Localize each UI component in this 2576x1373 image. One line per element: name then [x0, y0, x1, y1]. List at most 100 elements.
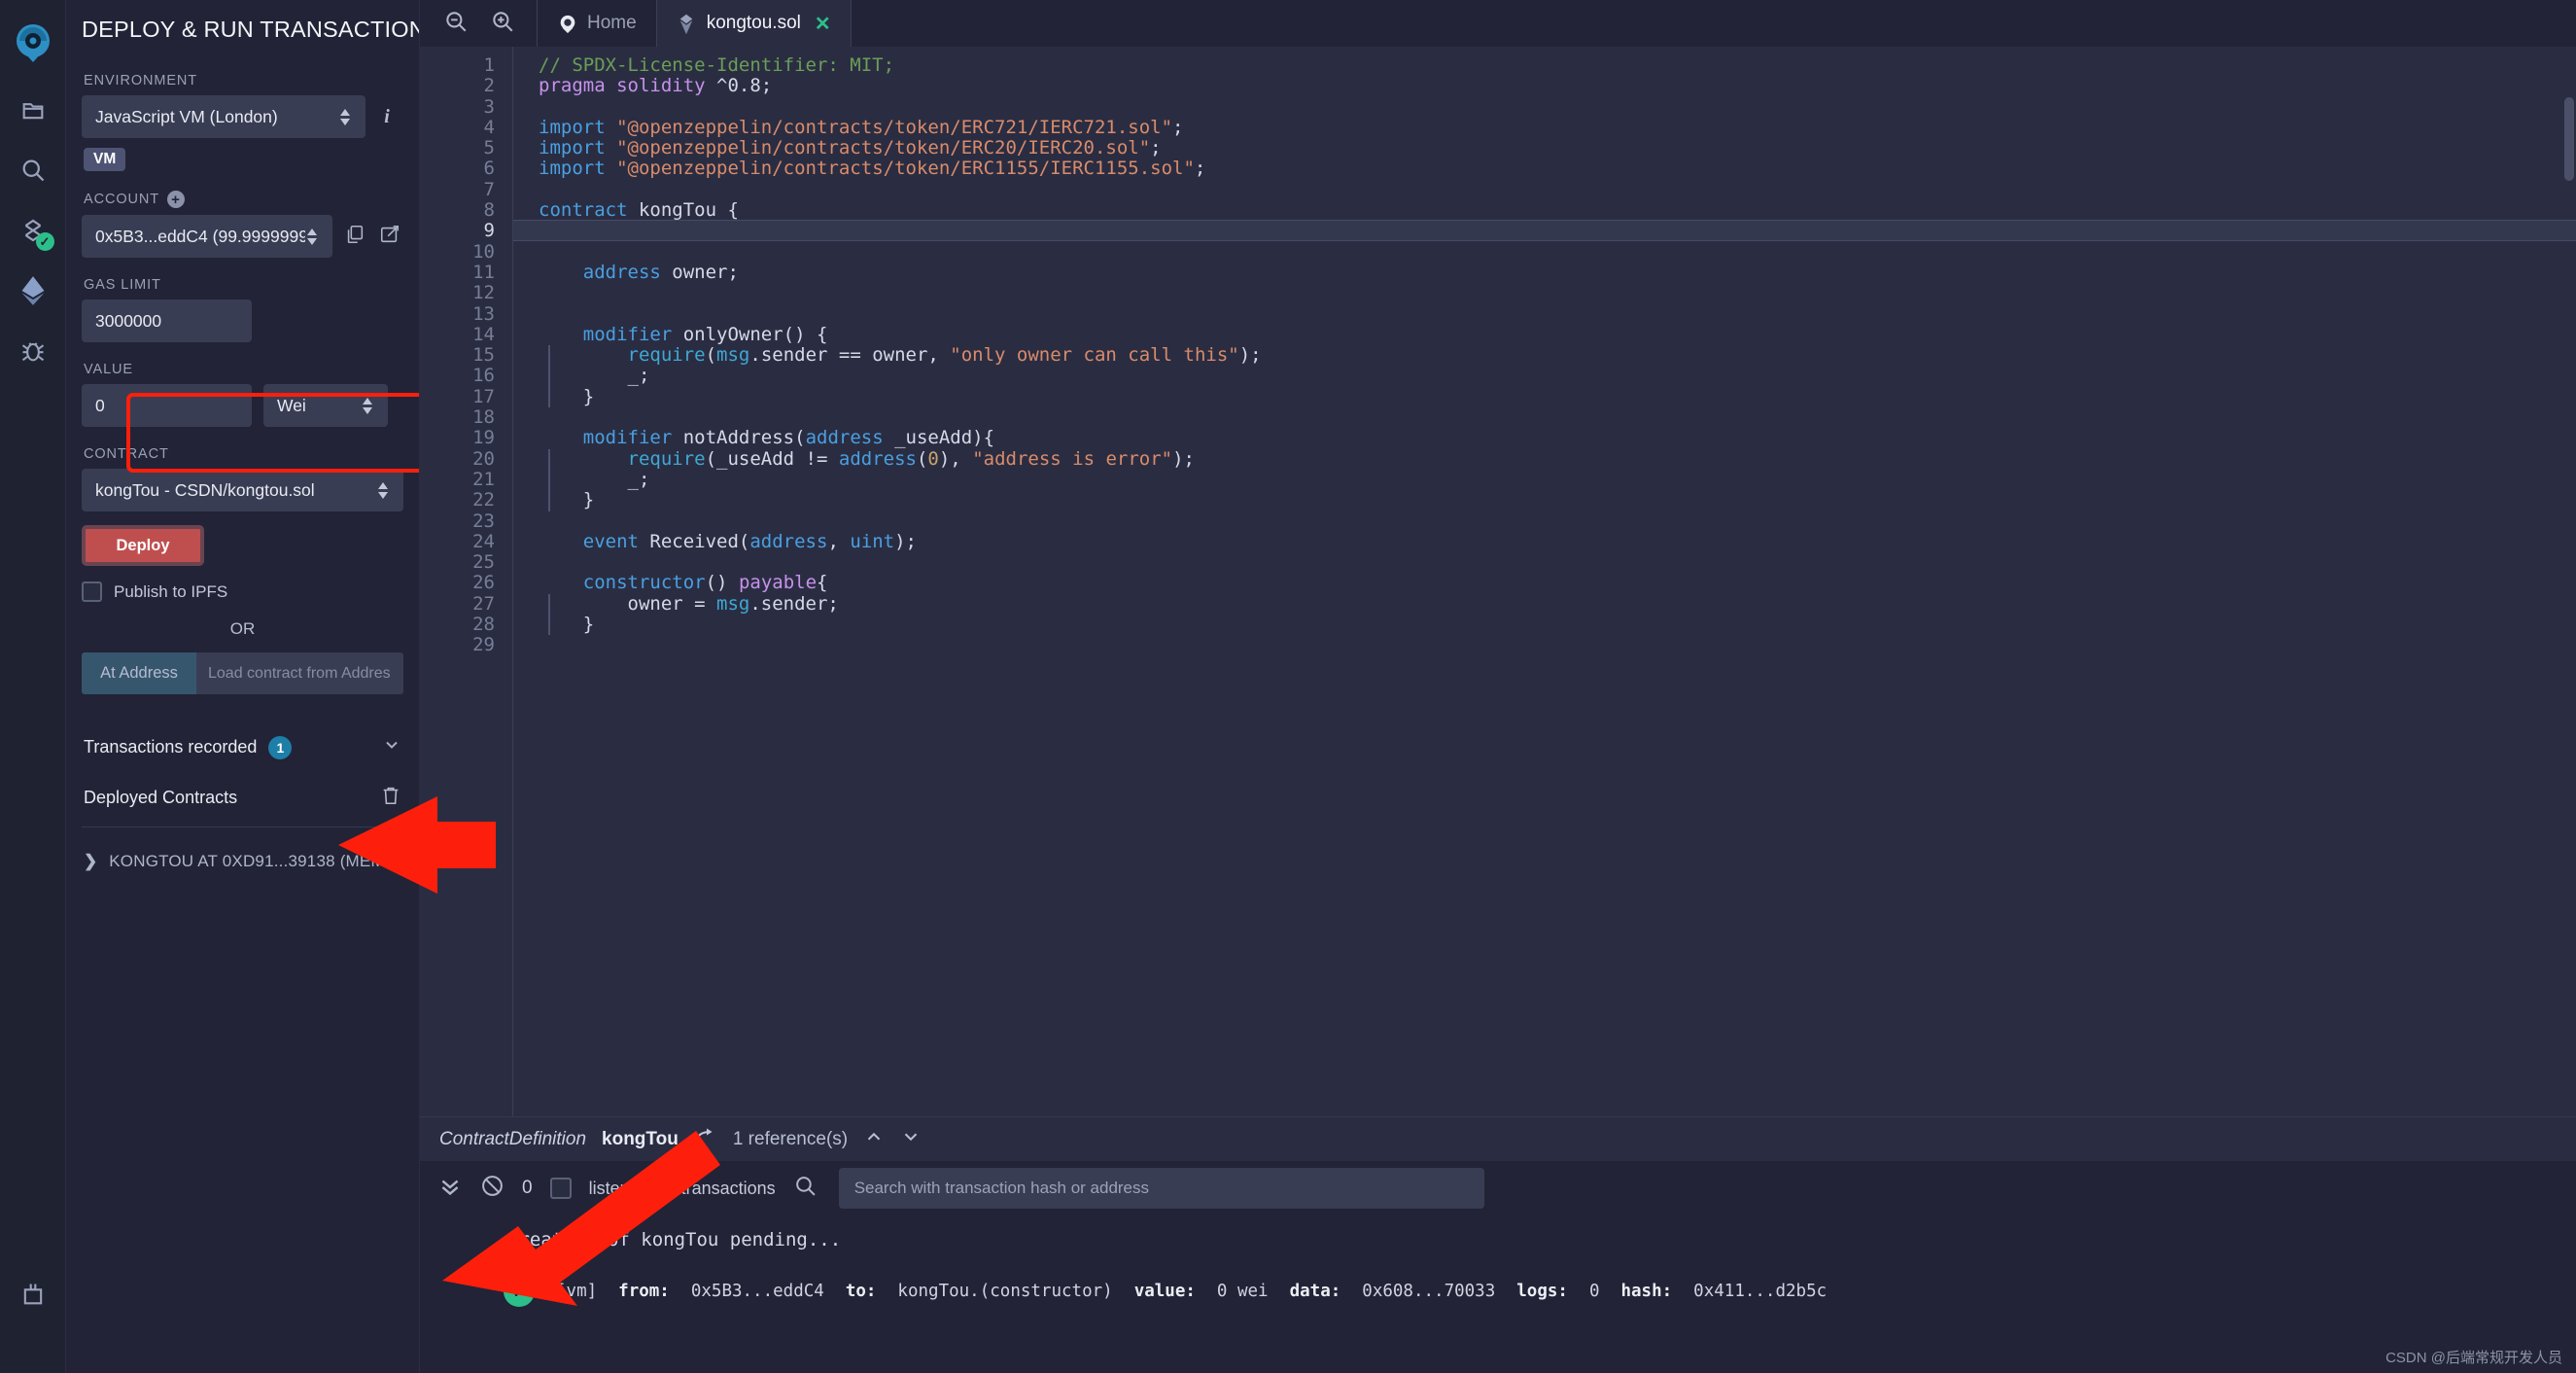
- publish-ipfs-row: Publish to IPFS: [82, 581, 403, 602]
- log-data-value: 0x608...70033: [1362, 1282, 1496, 1301]
- tab-home[interactable]: Home: [538, 0, 657, 47]
- trash-icon[interactable]: [380, 785, 401, 811]
- code-token: }: [539, 489, 595, 511]
- code-token: .sender;: [749, 592, 839, 615]
- copy-icon[interactable]: [344, 224, 366, 250]
- chevron-down-icon[interactable]: [900, 1126, 922, 1153]
- environment-select[interactable]: JavaScript VM (London): [82, 95, 366, 138]
- tab-kongtou-sol[interactable]: kongtou.sol ✕: [656, 0, 852, 47]
- account-row: 0x5B3...eddC4 (99.999999999: [82, 215, 403, 258]
- watermark: CSDN @后端常规开发人员: [2385, 1350, 2562, 1366]
- environment-label: ENVIRONMENT: [84, 73, 198, 88]
- code-line: _;: [539, 366, 2576, 386]
- arrow-jump-icon[interactable]: [694, 1127, 717, 1152]
- listen-all-checkbox[interactable]: [549, 1178, 572, 1199]
- tab-kongtou-sol-label: kongtou.sol: [706, 13, 801, 33]
- solidity-compiler-icon[interactable]: ✓: [6, 200, 60, 261]
- terminal-pending-line: creation of kongTou pending...: [507, 1229, 842, 1250]
- code-editor[interactable]: 1 2 3 4 5 6 7 8 9 10 11 12 13 14 15 16 17 18 19 20 21 22 23 24 2…: [420, 47, 2576, 1116]
- line-number: 23: [472, 510, 495, 532]
- value-input[interactable]: 0: [82, 384, 252, 427]
- code-token: _;: [539, 365, 650, 387]
- info-icon[interactable]: i: [377, 106, 397, 128]
- account-select[interactable]: 0x5B3...eddC4 (99.999999999: [82, 215, 332, 258]
- code-token: payable: [738, 572, 818, 594]
- contract-value: kongTou - CSDN/kongtou.sol: [95, 479, 315, 500]
- code-token: ),: [938, 447, 973, 470]
- code-content[interactable]: // SPDX-License-Identifier: MIT; pragma s…: [513, 47, 2576, 1116]
- tab-home-label: Home: [587, 13, 637, 33]
- gas-limit-label: GAS LIMIT: [84, 277, 161, 293]
- code-token: owner =: [539, 592, 717, 615]
- code-token: ;: [1172, 116, 1184, 138]
- codelens-name: kongTou: [602, 1128, 679, 1149]
- log-hash-label: hash:: [1620, 1282, 1673, 1301]
- deploy-run-icon[interactable]: [6, 261, 60, 321]
- chevron-right-icon[interactable]: ❯: [84, 852, 97, 871]
- line-number: 8: [483, 199, 495, 222]
- indent-guide: [548, 593, 550, 636]
- line-number: 11: [472, 261, 495, 283]
- code-token: );: [1238, 344, 1262, 367]
- code-line: import "@openzeppelin/contracts/token/ER…: [539, 158, 2576, 179]
- account-actions: [344, 224, 400, 250]
- log-to-label: to:: [845, 1282, 877, 1301]
- code-token: owner;: [660, 261, 739, 283]
- code-token: _useAdd){: [883, 427, 995, 449]
- debugger-icon[interactable]: [6, 321, 60, 381]
- code-lens-bar: ContractDefinition kongTou 1 reference(s…: [420, 1116, 2576, 1161]
- code-token: msg: [716, 592, 750, 615]
- log-value-label: value:: [1133, 1282, 1196, 1301]
- deployed-contract-item[interactable]: ❯ KONGTOU AT 0XD91...39138 (MEM(: [82, 849, 403, 874]
- value-label: VALUE: [84, 362, 133, 377]
- double-chevron-down-icon[interactable]: [437, 1174, 463, 1204]
- editor-scrollbar[interactable]: [2562, 93, 2576, 860]
- ban-icon[interactable]: [480, 1174, 505, 1203]
- code-token: solidity: [616, 75, 706, 97]
- transactions-recorded-row[interactable]: Transactions recorded 1: [82, 735, 403, 759]
- remix-logo-icon[interactable]: [6, 6, 60, 80]
- code-line: pragma solidity ^0.8;: [539, 76, 2576, 96]
- chevron-down-icon[interactable]: [382, 735, 401, 759]
- code-line: _;: [539, 469, 2576, 490]
- account-label: ACCOUNT +: [84, 191, 403, 208]
- gas-limit-input[interactable]: 3000000: [82, 299, 252, 342]
- settings-icon[interactable]: [6, 1324, 60, 1373]
- environment-row: JavaScript VM (London) i: [82, 95, 403, 138]
- code-token: ^0.8;: [705, 75, 773, 97]
- publish-ipfs-checkbox[interactable]: [82, 581, 102, 602]
- plus-circle-icon[interactable]: +: [167, 191, 185, 208]
- terminal-log-row[interactable]: ✓ [vm] from: 0x5B3...eddC4 to: kongTou.(…: [420, 1250, 2576, 1307]
- or-separator: OR: [229, 619, 256, 638]
- at-address-button[interactable]: At Address: [82, 652, 196, 694]
- at-address-input[interactable]: Load contract from Addres: [196, 652, 403, 694]
- zoom-out-icon[interactable]: [443, 9, 469, 39]
- search-icon[interactable]: [793, 1174, 818, 1203]
- chevron-up-icon[interactable]: [863, 1126, 885, 1153]
- terminal-count: 0: [522, 1178, 533, 1198]
- scrollbar-thumb[interactable]: [2564, 97, 2574, 181]
- contract-select[interactable]: kongTou - CSDN/kongtou.sol: [82, 469, 403, 511]
- line-number: 5: [483, 137, 495, 159]
- file-explorer-icon[interactable]: [6, 80, 60, 140]
- close-icon[interactable]: ✕: [815, 12, 831, 36]
- deploy-button[interactable]: Deploy: [82, 525, 204, 566]
- plugin-manager-icon[interactable]: [6, 1264, 60, 1324]
- log-to-value: kongTou.(constructor): [897, 1282, 1113, 1301]
- value-unit-select[interactable]: Wei: [263, 384, 388, 427]
- terminal-search-input[interactable]: Search with transaction hash or address: [838, 1168, 1484, 1209]
- zoom-in-icon[interactable]: [490, 9, 515, 39]
- code-token: Received(: [638, 530, 750, 552]
- line-number: 17: [472, 385, 495, 407]
- line-number: 20: [472, 447, 495, 470]
- chevron-updown-icon: [305, 228, 319, 245]
- line-number: 21: [472, 468, 495, 490]
- edit-icon[interactable]: [379, 224, 400, 250]
- codelens-references[interactable]: 1 reference(s): [733, 1129, 848, 1150]
- search-icon[interactable]: [6, 140, 60, 200]
- code-token: 0: [927, 447, 939, 470]
